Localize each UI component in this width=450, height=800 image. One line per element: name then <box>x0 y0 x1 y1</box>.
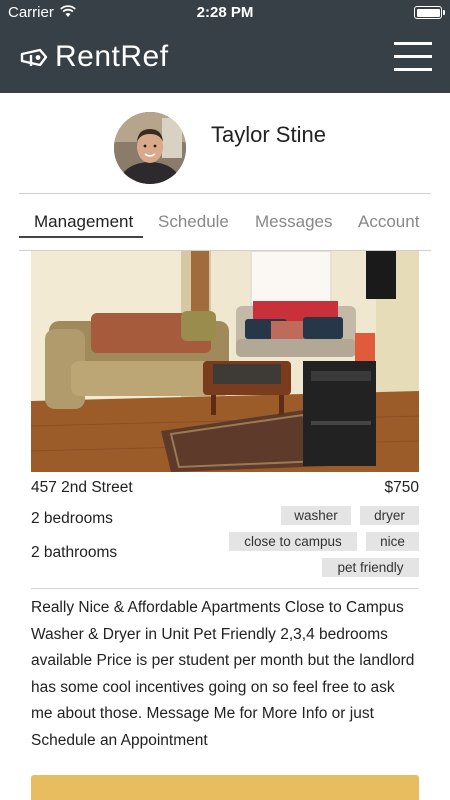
listing-description: Really Nice & Affordable Apartments Clos… <box>31 599 415 749</box>
tab-management[interactable]: Management <box>34 212 133 232</box>
avatar-photo <box>114 112 186 184</box>
amenity-tag: close to campus <box>229 532 357 551</box>
amenity-tag: washer <box>281 506 351 525</box>
listing-action-button[interactable] <box>31 775 419 800</box>
app-header: RentRef <box>0 26 450 93</box>
active-tab-indicator <box>19 236 143 238</box>
amenity-tag: dryer <box>360 506 419 525</box>
status-time: 2:28 PM <box>196 4 254 21</box>
amenity-tag: nice <box>366 532 419 551</box>
avatar[interactable] <box>114 112 186 184</box>
listing-price: $750 <box>384 479 419 496</box>
app-logo-text: RentRef <box>55 40 169 73</box>
amenity-tag: pet friendly <box>322 558 419 577</box>
listing-bedrooms: 2 bedrooms <box>31 510 113 527</box>
divider <box>19 193 431 194</box>
listing-address: 457 2nd Street <box>31 479 133 496</box>
battery-icon <box>414 6 445 19</box>
status-bar: Carrier 2:28 PM <box>0 0 450 26</box>
listing-photo[interactable] <box>31 251 419 472</box>
tab-bar: Management Schedule Messages Account <box>19 206 431 238</box>
listing-bathrooms: 2 bathrooms <box>31 544 118 561</box>
tab-schedule[interactable]: Schedule <box>158 212 229 232</box>
living-room-image <box>31 251 419 472</box>
divider <box>31 588 419 589</box>
tab-account[interactable]: Account <box>358 212 419 232</box>
profile-name: Taylor Stine <box>211 122 326 147</box>
hamburger-menu-icon[interactable] <box>394 42 432 72</box>
tab-messages[interactable]: Messages <box>255 212 332 232</box>
key-tag-icon <box>20 48 48 67</box>
